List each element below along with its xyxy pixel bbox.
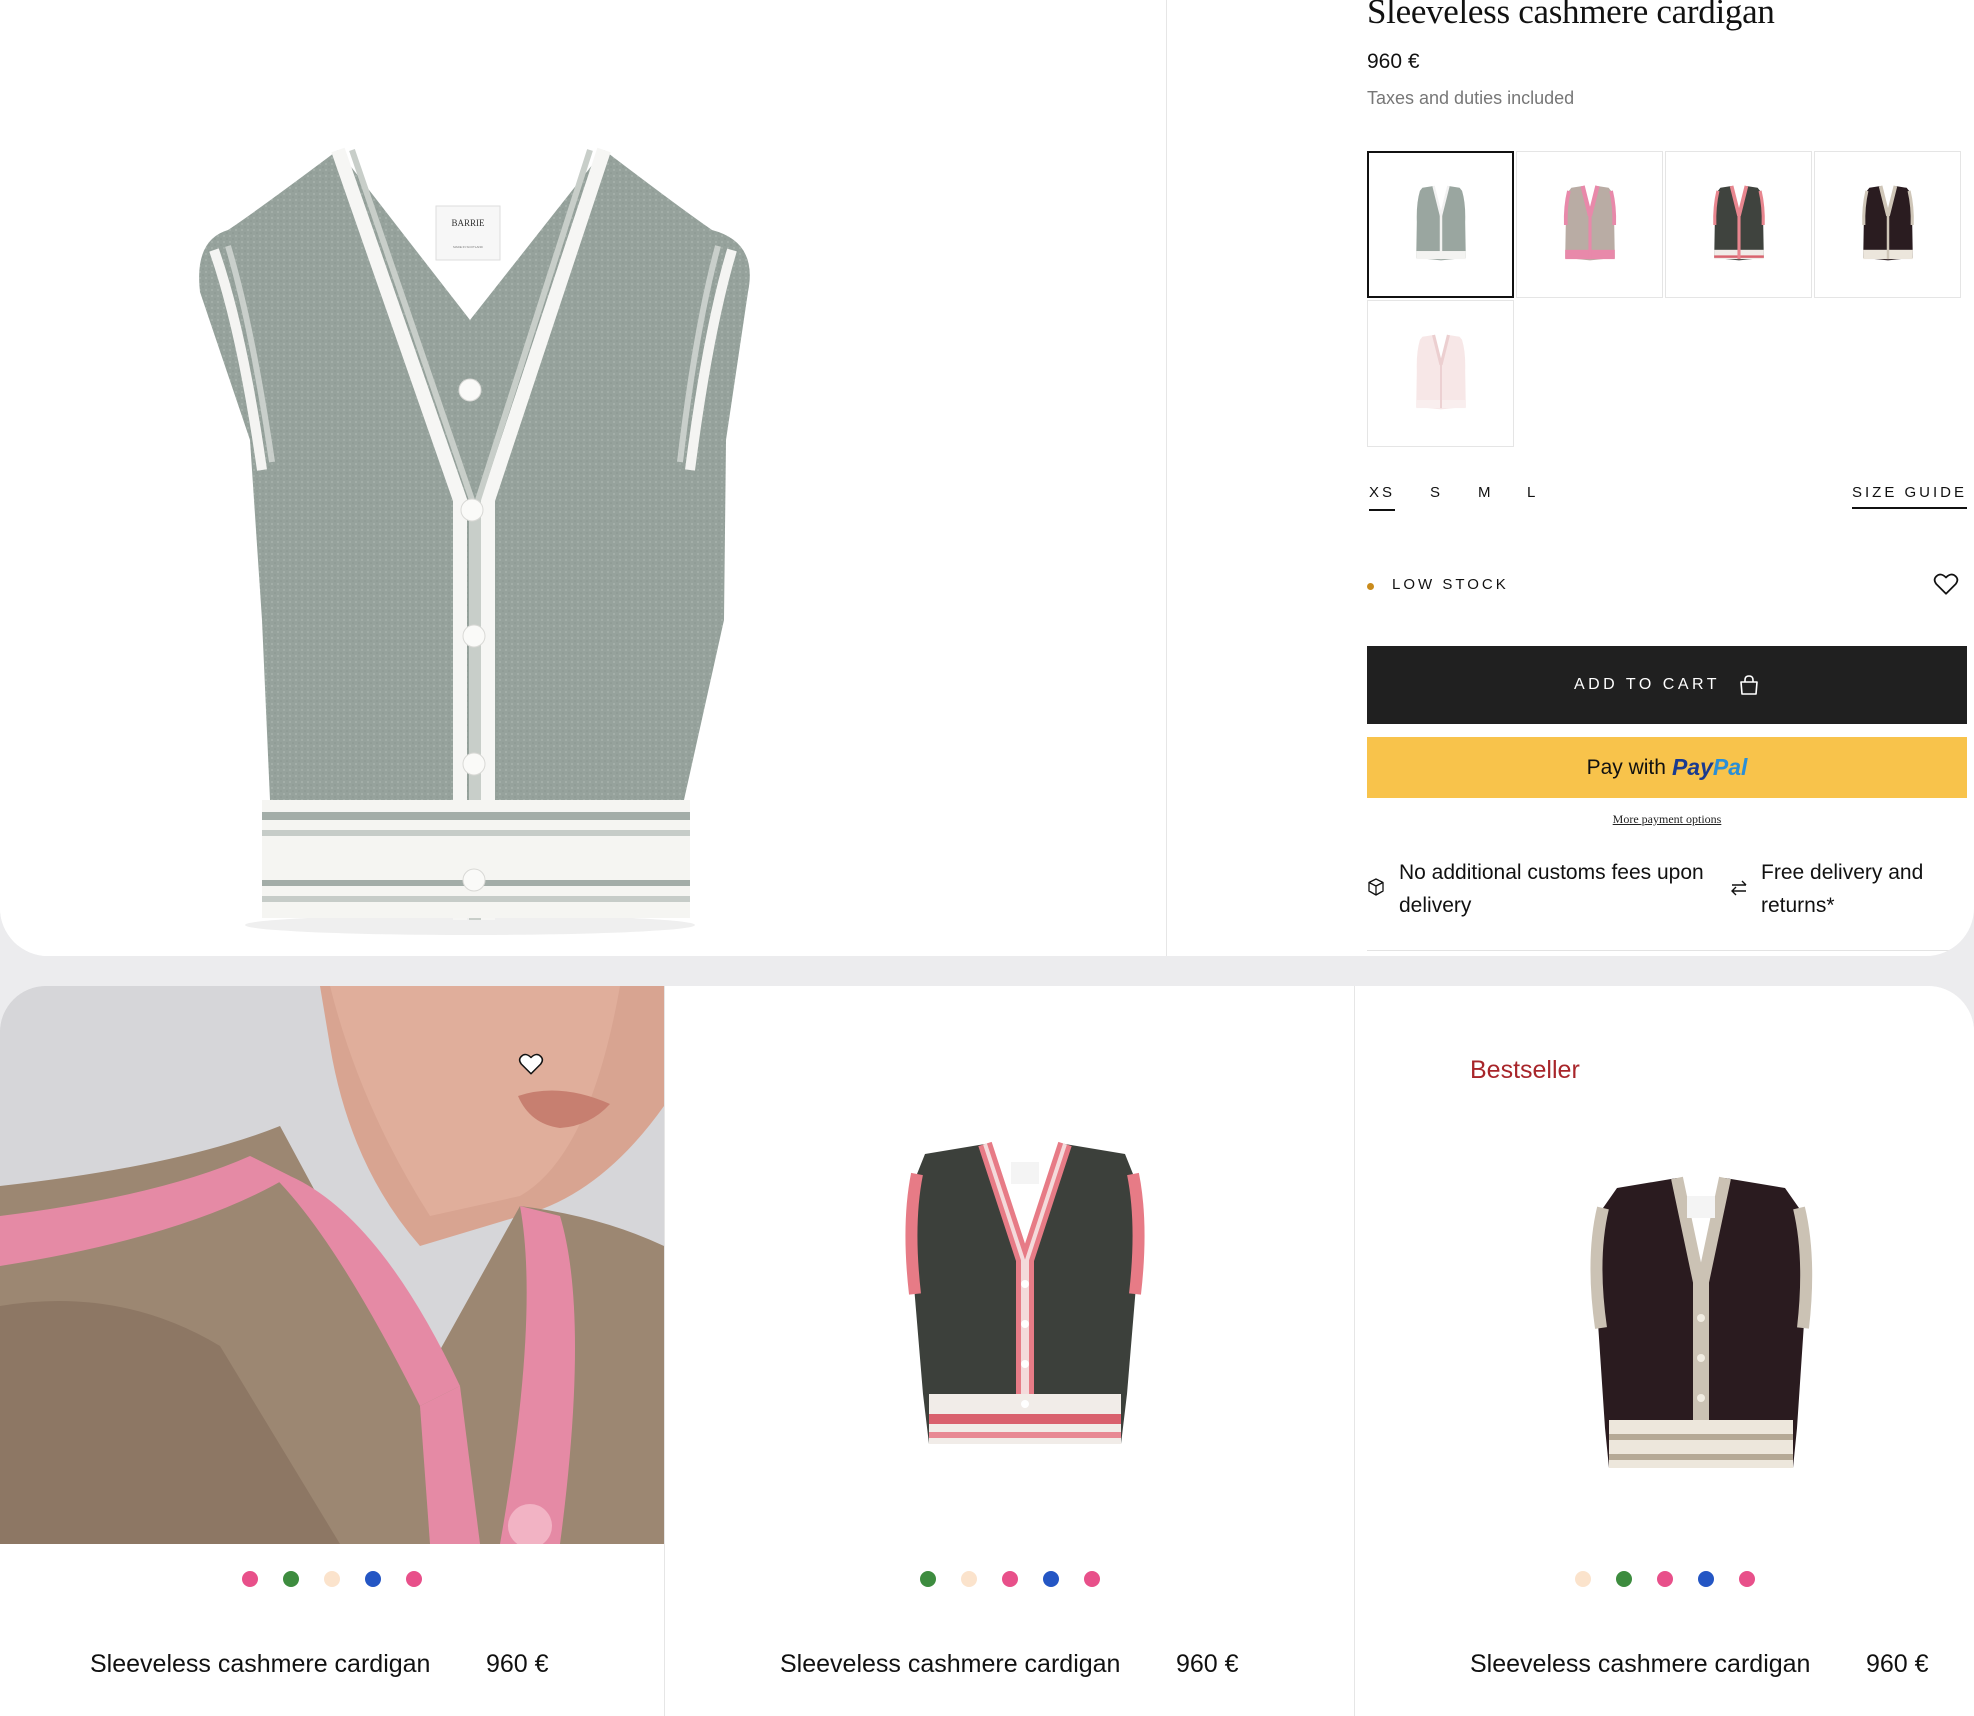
paypal-button[interactable]: Pay with Pay Pal [1367, 737, 1967, 798]
black-beige-vest-photo [1590, 1176, 1813, 1468]
black-beige-vest-thumbnail [1861, 184, 1914, 268]
bestseller-badge: Bestseller [1470, 1056, 1580, 1084]
brand-label-text: BARRIE [451, 218, 485, 228]
color-swatch-grid [1367, 151, 1963, 449]
color-dot-cream[interactable] [1574, 1571, 1591, 1587]
main-vest-illustration [199, 147, 750, 935]
color-options [1355, 1571, 1974, 1587]
add-to-cart-button[interactable]: ADD TO CART [1367, 646, 1967, 724]
size-guide-link[interactable]: SIZE GUIDE [1851, 484, 1967, 509]
swatch-charcoal-red[interactable] [1665, 151, 1812, 298]
product-grid: Sleeveless cashmere cardigan 960 € Sleev… [0, 986, 1974, 1716]
brand-label-subtext: MADE IN SCOTLAND [453, 245, 483, 249]
product-card[interactable]: Sleeveless cashmere cardigan 960 € [0, 986, 664, 1716]
stock-status-row: LOW STOCK [1367, 573, 1967, 606]
product-card-image[interactable] [665, 986, 1354, 1544]
benefits-divider [1367, 950, 1967, 951]
color-dot-blue[interactable] [365, 1571, 381, 1587]
color-dot-green[interactable] [283, 1571, 299, 1587]
more-payment-options-link[interactable]: More payment options [1367, 812, 1967, 827]
product-card[interactable]: Sleeveless cashmere cardigan 960 € [665, 986, 1354, 1716]
benefit-delivery-text: Free delivery and returns* [1761, 861, 1924, 917]
color-dot-pink[interactable] [1083, 1571, 1100, 1587]
charcoal-red-vest-thumbnail [1712, 184, 1765, 268]
product-title: Sleeveless cashmere cardigan [1367, 0, 1775, 31]
swatch-light-pink[interactable] [1367, 300, 1514, 447]
paypal-logo-pay: Pay [1671, 754, 1713, 780]
stock-status-dot [1367, 583, 1374, 590]
add-to-cart-label: ADD TO CART [1573, 676, 1721, 693]
product-card-name[interactable]: Sleeveless cashmere cardigan [90, 1650, 430, 1679]
product-card-price: 960 € [1866, 1650, 1929, 1678]
color-dot-pink[interactable] [1001, 1571, 1018, 1587]
size-option-l[interactable]: L [1527, 484, 1538, 501]
product-detail-card: BARRIE MADE IN SCOTLAND Sleeveless cashm… [0, 0, 1974, 956]
benefit-customs-text: No additional customs fees upon delivery [1399, 861, 1704, 917]
charcoal-red-vest-photo [905, 1141, 1145, 1444]
product-card-price: 960 € [1176, 1650, 1239, 1678]
paypal-logo-pal: Pal [1712, 754, 1748, 780]
color-dot-green[interactable] [1615, 1571, 1632, 1587]
product-card-name[interactable]: Sleeveless cashmere cardigan [1470, 1650, 1810, 1679]
stock-status-label: LOW STOCK [1392, 576, 1509, 593]
product-card-name[interactable]: Sleeveless cashmere cardigan [780, 1650, 1120, 1679]
product-card-image[interactable]: Bestseller [1355, 986, 1974, 1544]
size-option-xs[interactable]: XS [1369, 484, 1396, 511]
tax-note: Taxes and duties included [1367, 88, 1575, 108]
product-price: 960 € [1367, 50, 1420, 73]
product-info-panel: Sleeveless cashmere cardigan 960 € Taxes… [1167, 0, 1974, 956]
shopping-bag-icon [1740, 675, 1758, 695]
color-dot-pink[interactable] [406, 1571, 422, 1587]
color-options [665, 1571, 1354, 1587]
product-card[interactable]: Bestseller Sleeveless cashmere cardigan … [1355, 986, 1974, 1716]
swatch-grey[interactable] [1367, 151, 1514, 298]
swatch-black-beige[interactable] [1814, 151, 1961, 298]
color-dot-cream[interactable] [960, 1571, 977, 1587]
product-card-image[interactable] [0, 986, 664, 1544]
color-dot-cream[interactable] [324, 1571, 340, 1587]
heart-icon[interactable] [1933, 572, 1959, 596]
grey-vest-thumbnail [1415, 185, 1466, 268]
model-pink-cardigan-photo [0, 986, 664, 1544]
color-dot-green[interactable] [919, 1571, 936, 1587]
main-product-image[interactable]: BARRIE MADE IN SCOTLAND [0, 0, 1167, 956]
light-pink-vest-thumbnail [1415, 334, 1466, 417]
size-option-s[interactable]: S [1430, 484, 1443, 501]
paypal-prefix: Pay with [1586, 755, 1666, 779]
heart-icon[interactable] [518, 1052, 544, 1076]
pink-vest-thumbnail [1563, 184, 1616, 268]
exchange-arrows-icon [1731, 880, 1747, 896]
color-options [0, 1571, 664, 1587]
color-dot-blue[interactable] [1697, 1571, 1714, 1587]
product-card-price: 960 € [486, 1650, 549, 1678]
color-dot-pink[interactable] [242, 1571, 258, 1587]
swatch-pink[interactable] [1516, 151, 1663, 298]
box-icon [1368, 878, 1384, 896]
size-option-m[interactable]: M [1478, 484, 1494, 501]
color-dot-blue[interactable] [1042, 1571, 1059, 1587]
color-dot-pink[interactable] [1738, 1571, 1755, 1587]
color-dot-pink[interactable] [1656, 1571, 1673, 1587]
